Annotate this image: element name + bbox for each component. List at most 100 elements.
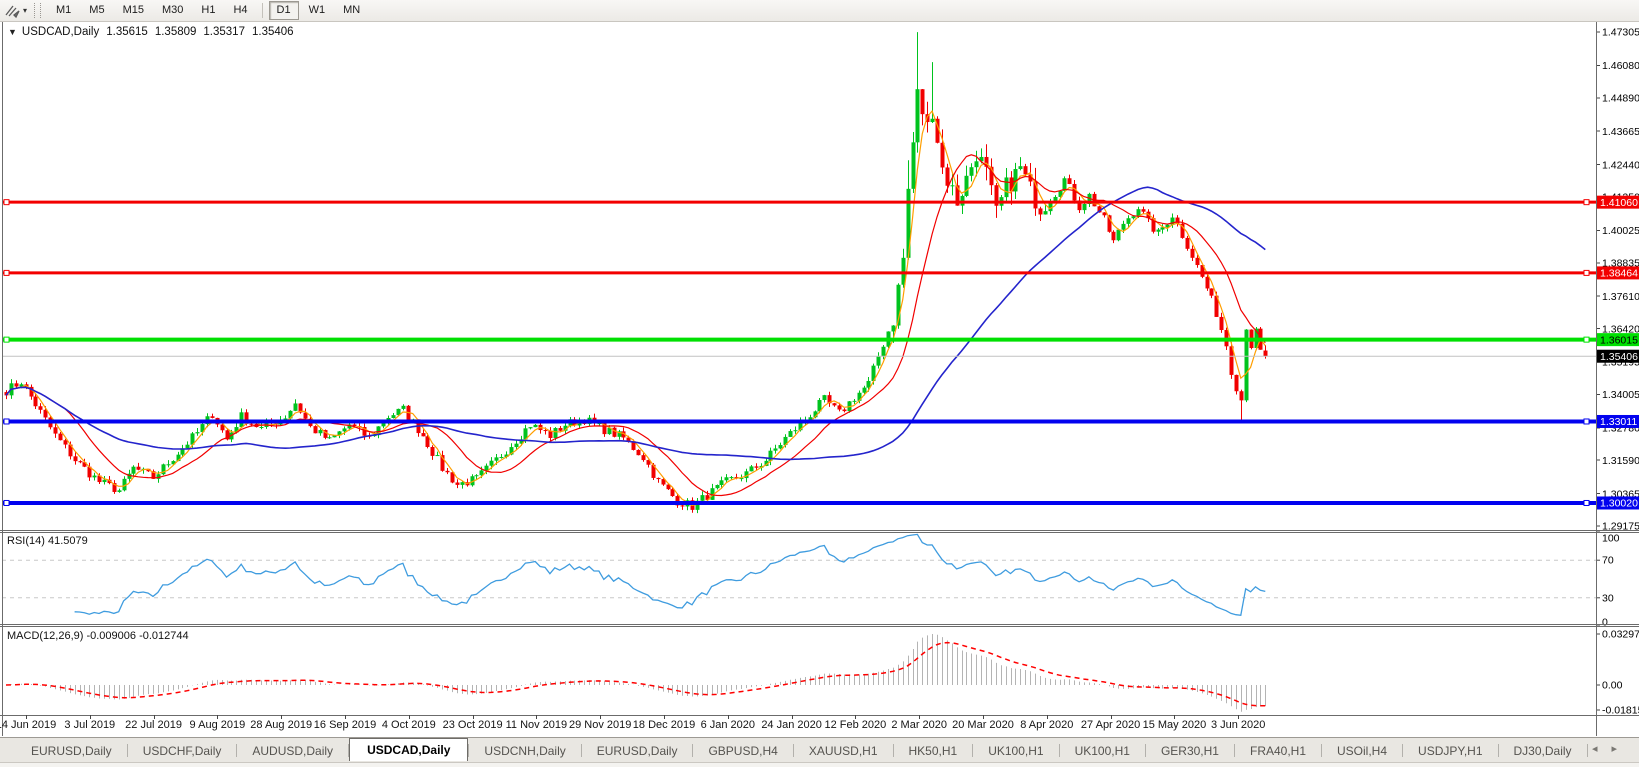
price-tag-1.33011: 1.33011 — [1597, 415, 1639, 428]
timeframe-button-D1[interactable]: D1 — [269, 1, 299, 20]
svg-text:1.30020: 1.30020 — [1600, 498, 1638, 510]
ohlc-high: 1.35809 — [155, 26, 197, 38]
ohlc-open: 1.35615 — [106, 26, 148, 38]
chart-tab-UK100-H1[interactable]: UK100,H1 — [973, 741, 1058, 761]
timeframe-button-M5[interactable]: M5 — [81, 1, 112, 20]
ohlc-low: 1.35317 — [203, 26, 245, 38]
tab-separator — [1587, 744, 1588, 757]
level-line-handle[interactable] — [4, 500, 9, 505]
macd-scale-label: 0.032972 — [1602, 629, 1639, 641]
price-tag-1.36015: 1.36015 — [1597, 333, 1639, 346]
rsi-scale-label: 30 — [1602, 592, 1614, 604]
date-tick-label: 2 Mar 2020 — [891, 719, 947, 731]
rsi-scale-label: 70 — [1602, 555, 1614, 567]
toolbar-grip-handle — [34, 3, 41, 18]
chart-tab-HK50-H1[interactable]: HK50,H1 — [894, 741, 973, 761]
chart-tab-USDCAD-Daily[interactable]: USDCAD,Daily — [349, 738, 468, 761]
toolbar-separator — [262, 3, 263, 18]
price-tag-1.30020: 1.30020 — [1597, 496, 1639, 509]
level-line-handle[interactable] — [4, 337, 9, 342]
chart-tab-bar: EURUSD,DailyUSDCHF,DailyAUDUSD,DailyUSDC… — [0, 737, 1639, 763]
rsi-indicator-label: RSI(14) 41.5079 — [7, 535, 88, 547]
ohlc-close: 1.35406 — [252, 26, 294, 38]
dropdown-arrow-icon[interactable]: ▾ — [23, 6, 27, 15]
chart-background — [0, 21, 1639, 737]
price-tick-label: 1.44890 — [1602, 93, 1639, 105]
timeframe-button-group: M1M5M15M30H1H4 D1W1MN — [47, 1, 369, 20]
date-tick-label: 16 Sep 2019 — [314, 719, 376, 731]
chart-tab-AUDUSD-Daily[interactable]: AUDUSD,Daily — [237, 741, 348, 761]
date-tick-label: 18 Dec 2019 — [633, 719, 695, 731]
date-tick-label: 4 Oct 2019 — [382, 719, 436, 731]
chart-tab-DJ30-Daily[interactable]: DJ30,Daily — [1499, 741, 1587, 761]
chart-tab-USOil-H4[interactable]: USOil,H4 — [1322, 741, 1402, 761]
cursor-tool-icon[interactable] — [4, 3, 22, 19]
timeframe-button-H1[interactable]: H1 — [193, 1, 223, 20]
svg-text:1.38464: 1.38464 — [1600, 268, 1638, 280]
status-bar — [0, 762, 1639, 767]
date-tick-label: 14 Jun 2019 — [0, 719, 56, 731]
svg-text:1.35406: 1.35406 — [1600, 351, 1638, 363]
date-tick-label: 24 Jan 2020 — [761, 719, 822, 731]
level-line-handle[interactable] — [1584, 200, 1589, 205]
date-tick-label: 28 Aug 2019 — [250, 719, 312, 731]
price-tick-label: 1.40025 — [1602, 225, 1639, 237]
timeframe-button-M30[interactable]: M30 — [154, 1, 191, 20]
price-tick-label: 1.43665 — [1602, 126, 1639, 138]
chart-canvas: 1.473051.460801.448901.436651.424401.412… — [0, 0, 1639, 767]
timeframe-button-M1[interactable]: M1 — [48, 1, 79, 20]
tab-scroll-right-icon[interactable]: ▸ — [1611, 743, 1631, 755]
date-tick-label: 15 May 2020 — [1143, 719, 1207, 731]
price-tag-1.41060: 1.41060 — [1597, 196, 1639, 209]
date-tick-label: 12 Feb 2020 — [825, 719, 887, 731]
timeframe-button-H4[interactable]: H4 — [225, 1, 255, 20]
level-line-handle[interactable] — [4, 419, 9, 424]
date-tick-label: 29 Nov 2019 — [569, 719, 631, 731]
chart-tab-GER30-H1[interactable]: GER30,H1 — [1146, 741, 1234, 761]
timeframe-button-MN[interactable]: MN — [335, 1, 368, 20]
macd-indicator-label: MACD(12,26,9) -0.009006 -0.012744 — [7, 630, 189, 642]
svg-text:1.33011: 1.33011 — [1600, 416, 1637, 428]
level-line-handle[interactable] — [4, 200, 9, 205]
svg-text:1.36015: 1.36015 — [1600, 334, 1638, 346]
tab-scroll-left-icon[interactable]: ◂ — [1592, 743, 1612, 755]
svg-text:1.41060: 1.41060 — [1600, 197, 1638, 209]
date-tick-label: 23 Oct 2019 — [443, 719, 503, 731]
chart-tab-EURUSD-Daily[interactable]: EURUSD,Daily — [582, 741, 693, 761]
chart-tab-UK100-H1[interactable]: UK100,H1 — [1060, 741, 1145, 761]
date-tick-label: 22 Jul 2019 — [125, 719, 182, 731]
chart-title: ▼ USDCAD,Daily 1.35615 1.35809 1.35317 1.3540… — [8, 26, 301, 38]
date-tick-label: 6 Jan 2020 — [701, 719, 755, 731]
chart-tab-XAUUSD-H1[interactable]: XAUUSD,H1 — [794, 741, 893, 761]
price-tag-1.38464: 1.38464 — [1597, 266, 1639, 279]
timeframe-button-W1[interactable]: W1 — [301, 1, 334, 20]
chart-tab-USDJPY-H1[interactable]: USDJPY,H1 — [1403, 741, 1497, 761]
chart-tab-EURUSD-Daily[interactable]: EURUSD,Daily — [16, 741, 127, 761]
level-line-handle[interactable] — [1584, 500, 1589, 505]
date-tick-label: 27 Apr 2020 — [1081, 719, 1140, 731]
price-tick-label: 1.31590 — [1602, 455, 1639, 467]
price-tick-label: 1.42440 — [1602, 159, 1639, 171]
price-tick-label: 1.34005 — [1602, 389, 1639, 401]
chart-symbol-period: USDCAD,Daily — [22, 26, 99, 38]
macd-scale-label: -0.018154 — [1602, 705, 1639, 717]
chart-tab-USDCHF-Daily[interactable]: USDCHF,Daily — [128, 741, 237, 761]
chart-collapse-icon[interactable]: ▼ — [8, 27, 17, 37]
chart-tab-USDCNH-Daily[interactable]: USDCNH,Daily — [469, 741, 580, 761]
rsi-scale-label: 100 — [1602, 533, 1620, 545]
price-tick-label: 1.47305 — [1602, 27, 1639, 39]
level-line-handle[interactable] — [4, 270, 9, 275]
level-line-handle[interactable] — [1584, 337, 1589, 342]
level-line-handle[interactable] — [1584, 270, 1589, 275]
date-tick-label: 11 Nov 2019 — [506, 719, 568, 731]
chart-tab-GBPUSD-H4[interactable]: GBPUSD,H4 — [693, 741, 792, 761]
timeframe-button-M15[interactable]: M15 — [115, 1, 152, 20]
date-tick-label: 3 Jun 2020 — [1211, 719, 1265, 731]
date-tick-label: 8 Apr 2020 — [1020, 719, 1073, 731]
macd-scale-label: 0.00 — [1602, 680, 1623, 692]
date-tick-label: 3 Jul 2019 — [64, 719, 115, 731]
chart-tab-FRA40-H1[interactable]: FRA40,H1 — [1235, 741, 1321, 761]
price-tick-label: 1.46080 — [1602, 60, 1639, 72]
price-tick-label: 1.37610 — [1602, 291, 1639, 303]
level-line-handle[interactable] — [1584, 419, 1589, 424]
